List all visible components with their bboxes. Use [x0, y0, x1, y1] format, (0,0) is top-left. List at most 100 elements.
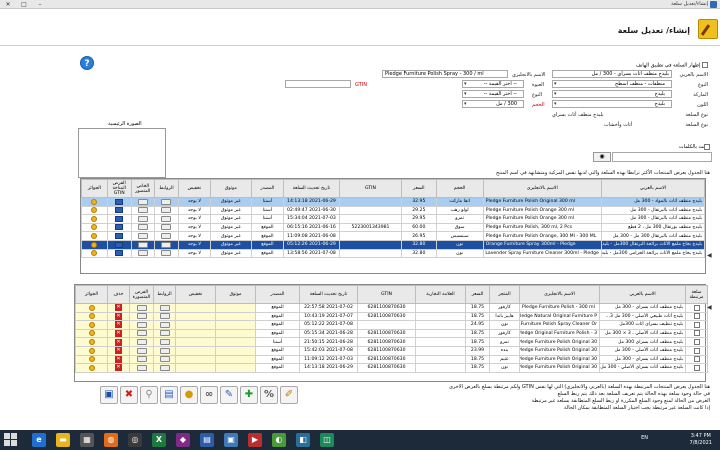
image-icon[interactable]: [137, 232, 148, 239]
award-icon[interactable]: [91, 232, 98, 239]
table-row[interactable]: بليدج منظف أثاث بسراي - 300 ملPledge Fur…: [75, 354, 708, 365]
link-icon[interactable]: [161, 241, 172, 248]
add-icon[interactable]: ✚: [240, 386, 258, 404]
award-icon[interactable]: [88, 304, 95, 311]
delete-row-icon[interactable]: ✕: [115, 356, 122, 363]
award-icon[interactable]: [88, 364, 95, 371]
search-checkbox[interactable]: [704, 144, 710, 150]
link-icon[interactable]: [159, 338, 170, 345]
t2-col-trusted[interactable]: موثوق: [215, 285, 256, 304]
award-icon[interactable]: [88, 313, 95, 320]
package-select[interactable]: -- اختر القيمة --: [462, 80, 524, 88]
link-icon[interactable]: [161, 207, 172, 214]
table-row[interactable]: بليدج منظف أثاث بسراي - 300 ملPledge Fur…: [75, 303, 708, 313]
image-icon[interactable]: [136, 338, 147, 345]
award-icon[interactable]: [91, 224, 98, 231]
t1-col-image[interactable]: الخاص المتصور: [130, 179, 156, 198]
image-icon[interactable]: [137, 241, 148, 248]
link-icon[interactable]: [161, 215, 172, 222]
t1-col-price[interactable]: السعر: [401, 179, 437, 198]
link-icon[interactable]: [159, 347, 170, 354]
t2-col-store[interactable]: المتجر: [489, 285, 520, 304]
table-row[interactable]: بليدج منظف أثاث بسراي 300 ملPledge Furni…: [75, 337, 708, 347]
show-in-app-toggle[interactable]: إظهار السلعة في تطبيق الهاتف: [636, 62, 708, 69]
linked-checkbox[interactable]: [693, 364, 700, 371]
app-icon-7[interactable]: ◧: [296, 433, 310, 447]
gtin-icon[interactable]: [115, 250, 124, 257]
t2-col-awards[interactable]: الجوائز: [75, 285, 108, 304]
table-row[interactable]: بليدج تنظيف بسراي أثاث 300مل Furniture Po…: [75, 320, 708, 330]
award-icon[interactable]: [88, 338, 95, 345]
image-icon[interactable]: [136, 304, 147, 311]
app-icon-2[interactable]: ◆: [176, 433, 190, 447]
image-icon[interactable]: [137, 198, 148, 205]
app-icon-8[interactable]: ◫: [320, 433, 334, 447]
gtin-icon[interactable]: [115, 215, 124, 222]
link-icon[interactable]: [161, 198, 172, 205]
delete-row-icon[interactable]: ✕: [115, 304, 122, 312]
name-ar-input[interactable]: بليدج منظف أثاث بسراي - 300 / مل: [552, 70, 672, 78]
linked-checkbox[interactable]: [693, 356, 700, 363]
app-icon-3[interactable]: ▤: [200, 433, 214, 447]
app-icon-4[interactable]: ▣: [224, 433, 238, 447]
coin-icon[interactable]: ●: [180, 386, 198, 404]
link-icon[interactable]: [159, 313, 170, 320]
t2-col-date[interactable]: تاريخ تحديث السلعة: [299, 285, 358, 304]
edit-icon[interactable]: ✎: [220, 386, 238, 404]
award-icon[interactable]: [88, 356, 95, 363]
image-icon[interactable]: [137, 207, 148, 214]
language-indicator[interactable]: EN: [641, 435, 648, 441]
award-icon[interactable]: [88, 321, 95, 328]
award-icon[interactable]: [91, 207, 98, 214]
linked-checkbox[interactable]: [693, 321, 700, 328]
t1-col-discount[interactable]: تخفيض: [177, 179, 211, 198]
t2-col-delete[interactable]: حذف: [107, 285, 130, 304]
table-row[interactable]: بليدج منظف أثاث بالبرتقال 300 مل - 300 م…: [81, 231, 706, 241]
percent-icon[interactable]: %: [260, 386, 278, 404]
link-icon[interactable]: [159, 321, 170, 328]
report-icon[interactable]: ▤: [160, 386, 178, 404]
firefox-icon[interactable]: ◍: [104, 433, 118, 447]
linked-checkbox[interactable]: [693, 338, 700, 345]
store-icon[interactable]: ▦: [80, 433, 94, 447]
table-row[interactable]: بليدج منظف أثاث الأصلي - 300 ملPledge Fu…: [75, 345, 708, 356]
maximize-icon[interactable]: □: [16, 0, 32, 9]
name-en-input[interactable]: Pledge Furniture Polish Spray - 300 / ml: [382, 70, 508, 78]
link-icon[interactable]: [159, 364, 170, 371]
image-icon[interactable]: [136, 356, 147, 363]
size-select[interactable]: 300 / مل: [462, 100, 524, 108]
group2-select[interactable]: منظفات - منظف أسطح: [552, 80, 672, 88]
award-icon[interactable]: [91, 198, 98, 205]
t1-col-date[interactable]: تاريخ تحديث السلعة: [283, 179, 340, 198]
eye-icon[interactable]: ◉: [593, 152, 611, 162]
gtin-icon[interactable]: [115, 198, 124, 205]
t2-col-brand[interactable]: العلامة التجارية: [415, 285, 466, 304]
gtin-input[interactable]: [285, 80, 351, 88]
t2-col-price[interactable]: السعر: [465, 285, 490, 304]
close-icon[interactable]: ✕: [0, 0, 16, 9]
t1-col-source[interactable]: المصدر: [250, 179, 285, 198]
folder-icon[interactable]: ▬: [56, 433, 70, 447]
link-icon[interactable]: [159, 304, 170, 311]
gtin-icon[interactable]: [115, 207, 124, 214]
minimize-icon[interactable]: –: [32, 0, 48, 9]
linked-checkbox[interactable]: [693, 313, 700, 320]
linked-checkbox[interactable]: [693, 304, 700, 311]
table-row[interactable]: بليدج بخاخ ملمع الأثاث برائحة البرتقال 3…: [81, 239, 706, 250]
award-icon[interactable]: [88, 347, 95, 354]
table-row[interactable]: بليدج أثاث طبيعي الأصلي - 300 مل 3...Ple…: [75, 311, 708, 322]
link-icon[interactable]: [161, 224, 172, 231]
award-icon[interactable]: [91, 215, 98, 222]
link-icon[interactable]: [161, 250, 172, 257]
main-image-box[interactable]: [78, 128, 166, 178]
t2-col-source[interactable]: المصدر: [255, 285, 300, 304]
windows-start-icon[interactable]: [4, 433, 18, 447]
gtin-icon[interactable]: [115, 241, 124, 248]
delete-icon[interactable]: ✖: [120, 386, 138, 404]
edge-icon[interactable]: e: [32, 433, 46, 447]
t2-col-name-en[interactable]: الاسم بالانجليزي: [519, 285, 600, 304]
show-in-app-checkbox[interactable]: [702, 62, 708, 68]
rename-icon[interactable]: ✐: [280, 386, 298, 404]
t1-col-trusted[interactable]: موثوق: [209, 179, 252, 198]
link-icon[interactable]: [159, 356, 170, 363]
